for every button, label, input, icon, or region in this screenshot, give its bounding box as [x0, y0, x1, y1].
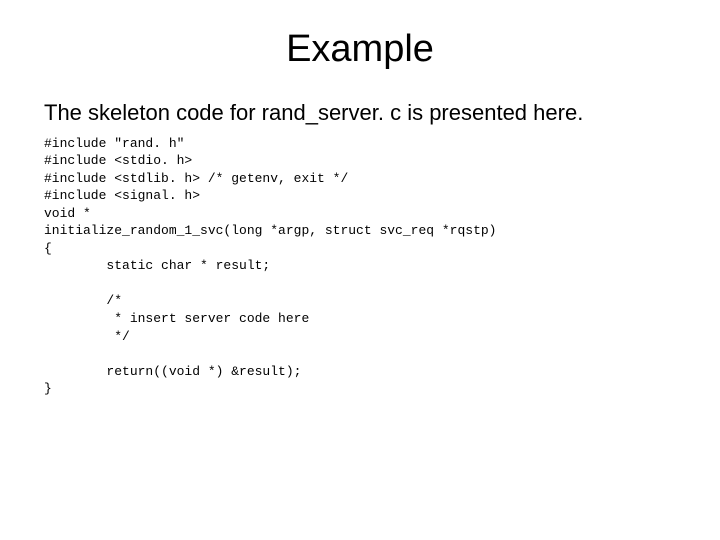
- code-block: #include "rand. h" #include <stdio. h> #…: [40, 135, 680, 398]
- slide-title: Example: [40, 28, 680, 71]
- slide-description: The skeleton code for rand_server. c is …: [72, 99, 680, 127]
